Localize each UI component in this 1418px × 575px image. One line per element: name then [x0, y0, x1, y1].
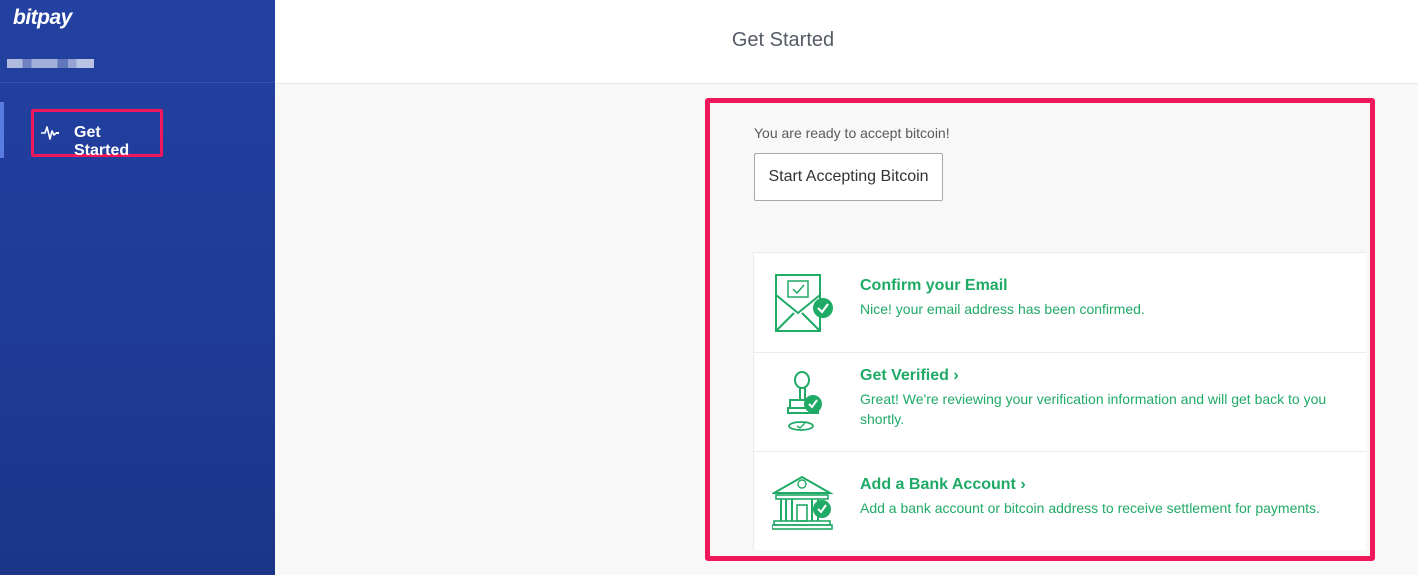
onboarding-steps: Confirm your Email Nice! your email addr…: [753, 252, 1366, 550]
sidebar-divider: [0, 82, 275, 83]
envelope-check-icon: [772, 273, 834, 335]
active-indicator: [0, 102, 4, 158]
step-description: Great! We're reviewing your verification…: [860, 391, 1327, 427]
start-accepting-bitcoin-button[interactable]: Start Accepting Bitcoin: [754, 153, 943, 201]
sidebar-item-label: Get Started: [74, 124, 130, 159]
page-title: Get Started: [731, 29, 835, 51]
step-title-link[interactable]: Get Verified ›: [860, 367, 959, 385]
sidebar: bitpay Get Started: [0, 0, 275, 575]
step-title-link[interactable]: Add a Bank Account ›: [860, 476, 1026, 494]
step-get-verified: Get Verified › Great! We're reviewing yo…: [754, 352, 1366, 452]
step-description: Nice! your email address has been confir…: [860, 301, 1145, 317]
sidebar-item-get-started[interactable]: Get Started: [31, 109, 163, 159]
account-name-redacted: [7, 59, 94, 68]
step-description: Add a bank account or bitcoin address to…: [860, 500, 1320, 516]
bank-check-icon: [770, 473, 834, 535]
step-confirm-email: Confirm your Email Nice! your email addr…: [754, 253, 1366, 353]
stamp-check-icon: [772, 370, 834, 432]
step-add-bank-account: Add a Bank Account › Add a bank account …: [754, 451, 1366, 550]
activity-pulse-icon: [40, 123, 60, 143]
step-title: Confirm your Email: [860, 277, 1008, 294]
bitpay-logo[interactable]: bitpay: [13, 6, 72, 30]
ready-message: You are ready to accept bitcoin!: [754, 125, 950, 141]
